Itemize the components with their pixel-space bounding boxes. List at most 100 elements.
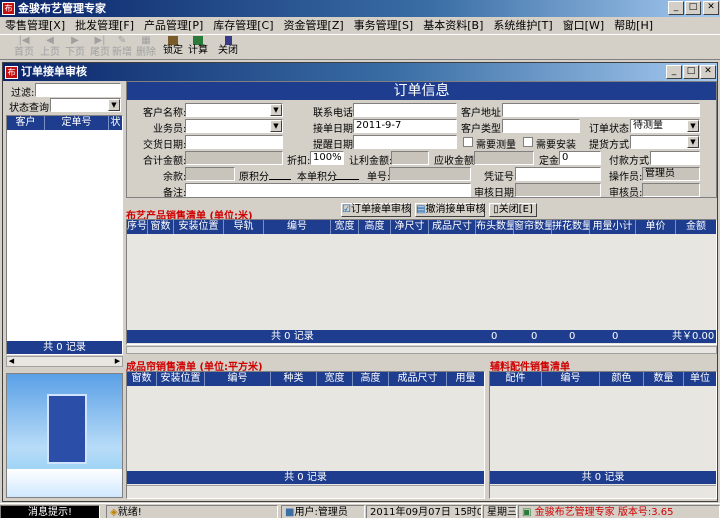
contact-phone-input[interactable] [353,103,457,117]
scroll-right-icon[interactable]: ▶ [113,357,122,366]
customer-type-input[interactable] [502,119,580,133]
datetime-status: 2011年09月07日 15时06分44秒 [366,505,482,518]
prev-page-button[interactable]: ◀ 上页 [38,36,62,59]
fabric-grid[interactable]: 序号 窗数 安装位置 导轨 编号 宽度 高度 净尺寸 成品尺寸 布头数量 窗帘数… [126,219,717,345]
payment-method-input[interactable] [650,151,700,165]
weekday-status: 星期三 [483,505,517,518]
curtain-picture-icon [47,394,87,464]
curtain-grid[interactable]: 窗数 安装位置 编号 种类 宽度 高度 成品尺寸 用量 共 0 记录 [126,371,485,499]
col-curtain-qty: 窗帘数量 [514,220,552,234]
calc-button[interactable]: 计算 [186,36,210,59]
col-seq: 序号 [127,220,148,234]
add-icon: ✎ [117,35,127,46]
decorative-picture [6,373,123,498]
first-page-button[interactable]: |◀ 首页 [12,36,36,59]
voucher-no-input[interactable] [515,167,601,181]
window-logo-icon: 布 [5,66,18,79]
remark-input[interactable] [185,183,471,197]
order-list-header: 客户 定单号 状 [7,116,122,130]
brand-status: ▣ 金骏布艺管理专家 版本号:3.65 [518,505,720,518]
message-hint: 消息提示! [0,505,100,518]
door-icon [224,36,232,45]
menu-basic-data[interactable]: 基本资料[B] [418,17,488,35]
chevron-down-icon: ▼ [687,136,699,148]
need-measure-checkbox[interactable] [463,137,473,147]
menu-affairs[interactable]: 事务管理[S] [349,17,419,35]
filter-label: 过滤: [11,88,35,99]
col-rail: 导轨 [224,220,264,234]
chevron-down-icon: ▼ [270,120,282,132]
scroll-left-icon[interactable]: ◀ [7,357,16,366]
left-horizontal-scrollbar[interactable]: ◀ ▶ [6,356,123,367]
window-close-button[interactable]: ✕ [700,65,716,79]
pickup-method-select[interactable]: ▼ [630,135,700,149]
col-code: 编号 [205,372,271,386]
deposit-input[interactable]: 0 [559,151,601,165]
col-width: 宽度 [331,220,359,234]
delivery-date-input[interactable] [185,135,283,149]
fabric-close-button[interactable]: ▯关闭[E] [489,203,537,217]
order-list-footer: 共 0 记录 [7,341,122,354]
app-logo-icon: 布 [2,2,15,15]
menu-product[interactable]: 产品管理[P] [139,17,208,35]
order-info-panel: 订单信息 客户名称: ▼ 联系电话: 客户地址: 业务员: ▼ 接单日期: 20… [126,81,717,199]
curtain-horizontal-scrollbar[interactable] [127,485,484,497]
balance-label: 余款: [163,172,187,183]
calculator-icon [193,36,203,45]
minimize-button[interactable]: _ [668,1,684,15]
order-list-grid[interactable]: 客户 定单号 状 共 0 记录 [6,115,123,355]
close-button[interactable]: ✕ [703,1,719,15]
lock-icon [168,36,178,45]
discount-input[interactable]: 100% [310,151,344,165]
remind-date-input[interactable] [353,135,457,149]
window-title: 订单接单审核 [21,65,87,78]
close-tool-button[interactable]: 关闭 [216,36,240,59]
operator-label: 操作员: [609,172,643,183]
auditor-input [642,183,700,197]
menu-help[interactable]: 帮助[H] [609,17,658,35]
need-install-label: 需要安装 [536,140,576,151]
menu-funds[interactable]: 资金管理[Z] [279,17,349,35]
col-height: 高度 [359,220,391,234]
col-quantity: 数量 [644,372,684,386]
toolbar: |◀ 首页 ◀ 上页 ▶ 下页 ▶| 尾页 ✎ 新增 ▦ 删除 锁定 计算 关闭 [0,35,720,60]
menu-wholesale[interactable]: 批发管理[F] [70,17,139,35]
accessory-horizontal-scrollbar[interactable] [490,485,716,497]
fabric-horizontal-scrollbar[interactable] [126,346,717,354]
need-install-checkbox[interactable] [523,137,533,147]
brand-icon: ▣ [522,507,532,518]
window-maximize-button[interactable]: □ [683,65,699,79]
filter-input[interactable] [35,83,121,97]
next-page-button[interactable]: ▶ 下页 [63,36,87,59]
add-button[interactable]: ✎ 新增 [110,36,134,59]
app-title-bar: 金骏布艺管理专家 [0,0,720,17]
status-bar: 消息提示! ◈就绪! ■用户:管理员 2011年09月07日 15时06分44秒… [0,503,720,518]
menu-system[interactable]: 系统维护[T] [488,17,557,35]
window-minimize-button[interactable]: _ [666,65,682,79]
customer-name-select[interactable]: ▼ [185,103,283,117]
order-status-select[interactable]: 待测量 ▼ [630,119,700,133]
salesman-select[interactable]: ▼ [185,119,283,133]
accessory-grid-footer: 共 0 记录 [490,471,716,484]
order-audit-button[interactable]: ☑订单接单审核 [341,203,411,217]
chevron-down-icon: ▼ [687,120,699,132]
lock-button[interactable]: 锁定 [161,36,185,59]
col-usage: 用量 [455,373,476,384]
cancel-audit-button[interactable]: ▤撤消接单审核 [415,203,485,217]
order-date-input[interactable]: 2011-9-7 [353,119,457,133]
customer-address-input[interactable] [502,103,700,117]
curtain-grid-footer: 共 0 记录 [127,471,484,484]
status-query-select[interactable]: ▼ [50,98,121,112]
last-page-button[interactable]: ▶| 尾页 [88,36,112,59]
fabric-sum-4: 0 [612,331,619,342]
maximize-button[interactable]: □ [685,1,701,15]
menu-window[interactable]: 窗口[W] [558,17,609,35]
col-customer: 客户 [7,116,45,130]
delete-button[interactable]: ▦ 删除 [134,36,158,59]
menu-inventory[interactable]: 库存管理[C] [208,17,278,35]
col-unit-price: 单价 [636,220,676,234]
col-cloth-head-qty: 布头数量 [476,220,514,234]
accessory-grid[interactable]: 配件 编号 颜色 数量 单位 共 0 记录 [489,371,717,499]
info-icon: ◈ [110,507,118,518]
menu-retail[interactable]: 零售管理[X] [0,17,70,35]
